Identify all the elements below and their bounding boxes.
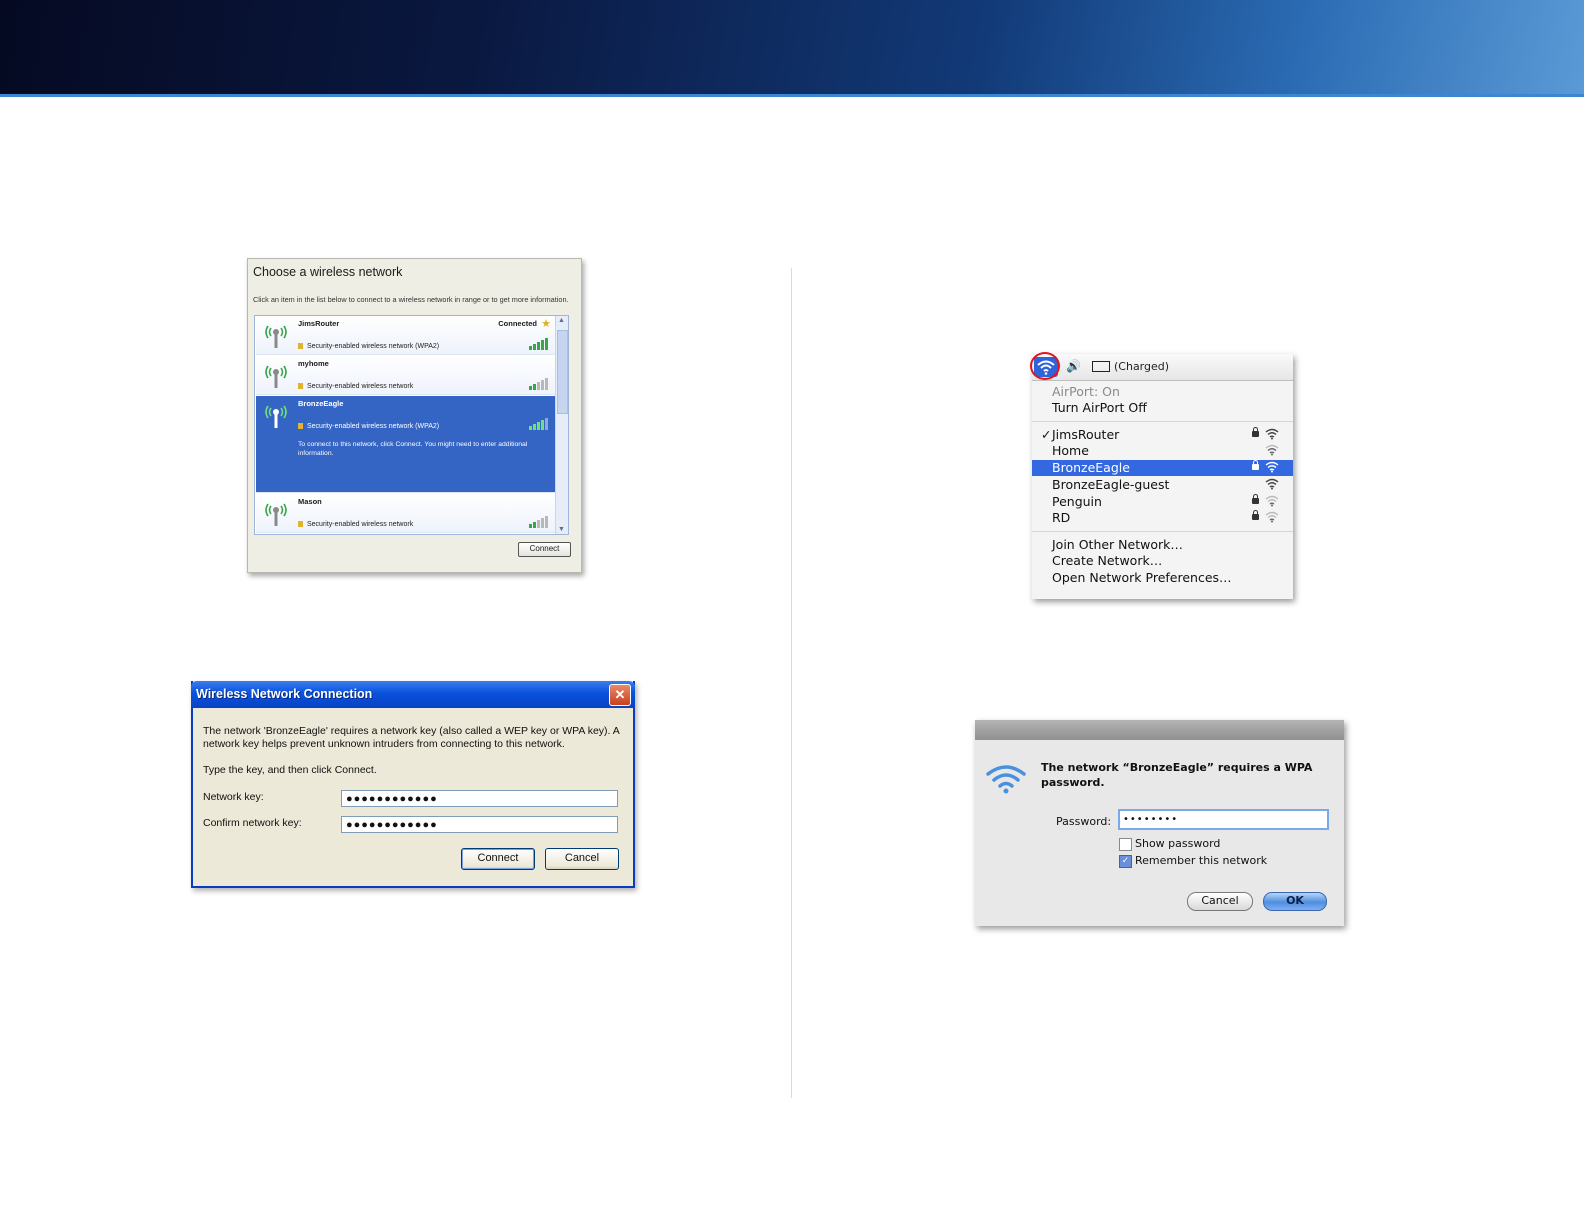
signal-strength-icon	[529, 418, 548, 430]
wifi-signal-icon	[1265, 495, 1279, 507]
choose-wireless-network-screenshot: Choose a wireless network Click an item …	[247, 258, 582, 573]
network-security: Security-enabled wireless network (WPA2)	[307, 423, 440, 430]
network-item-myhome[interactable]: myhome Security-enabled wireless network	[256, 356, 555, 395]
confirm-network-key-input[interactable]: ●●●●●●●●●●●●	[341, 816, 618, 833]
network-item-bronzeeagle[interactable]: BronzeEagle Security-enabled wireless ne…	[256, 396, 555, 493]
wpa-password-dialog: The network “BronzeEagle” requires a WPA…	[975, 720, 1344, 926]
network-security: Security-enabled wireless network	[307, 521, 414, 528]
turn-airport-off-item[interactable]: Turn AirPort Off	[1032, 400, 1293, 416]
wifi-icon	[986, 765, 1026, 794]
show-password-label: Show password	[1135, 837, 1221, 850]
network-name: JimsRouter	[298, 319, 340, 328]
wireless-antenna-icon	[265, 365, 287, 388]
network-security: Security-enabled wireless network (WPA2)	[307, 343, 440, 350]
menu-network-bronzeeagle[interactable]: BronzeEagle	[1032, 460, 1293, 476]
signal-strength-icon	[529, 516, 548, 528]
connect-note: To connect to this network, click Connec…	[298, 441, 528, 457]
menu-separator	[1032, 531, 1293, 532]
cancel-button[interactable]: Cancel	[1187, 892, 1253, 911]
wpa-message: The network “BronzeEagle” requires a WPA…	[1041, 761, 1313, 789]
wifi-signal-icon	[1265, 461, 1279, 473]
airport-menu: 🔊 (Charged) AirPort: On Turn AirPort Off…	[1030, 352, 1293, 599]
scroll-up-icon[interactable]: ▲	[558, 317, 565, 324]
network-name: myhome	[298, 359, 329, 368]
network-item-mason[interactable]: Mason Security-enabled wireless network	[256, 494, 555, 533]
show-password-checkbox[interactable]	[1119, 838, 1132, 851]
dialog-titlebar	[975, 720, 1344, 740]
wireless-antenna-icon	[265, 503, 287, 526]
create-network-item[interactable]: Create Network…	[1032, 553, 1293, 569]
network-key-input[interactable]: ●●●●●●●●●●●●	[341, 790, 618, 807]
menu-network-bronzeeagle-guest[interactable]: BronzeEagle-guest	[1032, 477, 1293, 493]
ok-button[interactable]: OK	[1263, 892, 1327, 911]
wireless-antenna-icon	[265, 405, 287, 428]
wireless-antenna-icon	[265, 325, 287, 348]
remember-network-checkbox[interactable]: ✓	[1119, 855, 1132, 868]
lock-icon	[298, 423, 303, 430]
airport-status: AirPort: On	[1052, 384, 1120, 399]
wireless-network-connection-dialog: Wireless Network Connection ✕ The networ…	[191, 681, 635, 888]
lock-icon	[1252, 494, 1259, 504]
password-label: Password:	[1056, 815, 1112, 828]
lock-icon	[298, 521, 303, 528]
lock-icon	[1252, 460, 1259, 470]
wifi-signal-icon	[1265, 428, 1279, 440]
confirm-network-key-label: Confirm network key:	[203, 817, 302, 829]
open-network-preferences-item[interactable]: Open Network Preferences…	[1032, 570, 1293, 586]
signal-strength-icon	[529, 378, 548, 390]
menu-separator	[1032, 421, 1293, 422]
checkmark-icon: ✓	[1041, 427, 1052, 442]
wifi-signal-icon	[1265, 511, 1279, 523]
lock-icon	[1252, 510, 1259, 520]
battery-icon[interactable]	[1092, 361, 1110, 372]
connect-button[interactable]: Connect	[518, 542, 571, 557]
menu-network-jimsrouter[interactable]: ✓ JimsRouter	[1032, 427, 1293, 443]
menu-network-home[interactable]: Home	[1032, 443, 1293, 459]
menu-network-penguin[interactable]: Penguin	[1032, 494, 1293, 510]
network-name: BronzeEagle	[298, 399, 344, 408]
choose-network-title: Choose a wireless network	[253, 265, 403, 279]
connected-status: Connected	[498, 319, 537, 328]
signal-strength-icon	[529, 338, 548, 350]
cancel-button[interactable]: Cancel	[545, 848, 619, 870]
highlight-circle	[1030, 352, 1060, 380]
scrollbar-thumb[interactable]	[557, 330, 568, 414]
join-other-network-item[interactable]: Join Other Network…	[1032, 537, 1293, 553]
network-key-label: Network key:	[203, 791, 264, 803]
menu-bar: 🔊 (Charged)	[1030, 352, 1293, 381]
column-divider	[791, 268, 792, 1098]
battery-status: (Charged)	[1114, 360, 1170, 373]
header-banner	[0, 0, 1584, 97]
connect-button[interactable]: Connect	[461, 848, 535, 870]
dialog-title: Wireless Network Connection	[196, 687, 373, 701]
menu-network-rd[interactable]: RD	[1032, 510, 1293, 526]
password-input[interactable]: ••••••••	[1118, 809, 1329, 830]
network-item-jimsrouter[interactable]: JimsRouter Connected ★ Security-enabled …	[256, 316, 555, 355]
network-key-message: The network 'BronzeEagle' requires a net…	[203, 725, 620, 750]
network-name: Mason	[298, 497, 322, 506]
connect-hint: Type the key, and then click Connect.	[203, 764, 377, 776]
lock-icon	[298, 383, 303, 390]
lock-icon	[1252, 427, 1259, 437]
wifi-signal-icon	[1265, 478, 1279, 490]
wifi-signal-icon	[1265, 444, 1279, 456]
lock-icon	[298, 343, 303, 350]
star-icon: ★	[541, 318, 551, 330]
dialog-titlebar: Wireless Network Connection ✕	[191, 681, 635, 708]
network-list-scrollbar[interactable]: ▲ ▼	[555, 316, 568, 534]
remember-network-label: Remember this network	[1135, 854, 1268, 867]
close-icon[interactable]: ✕	[609, 684, 631, 706]
scroll-down-icon[interactable]: ▼	[558, 526, 565, 533]
network-security: Security-enabled wireless network	[307, 383, 414, 390]
choose-network-instructions: Click an item in the list below to conne…	[253, 295, 569, 304]
network-list: JimsRouter Connected ★ Security-enabled …	[254, 315, 569, 535]
speaker-icon[interactable]: 🔊	[1066, 359, 1081, 373]
